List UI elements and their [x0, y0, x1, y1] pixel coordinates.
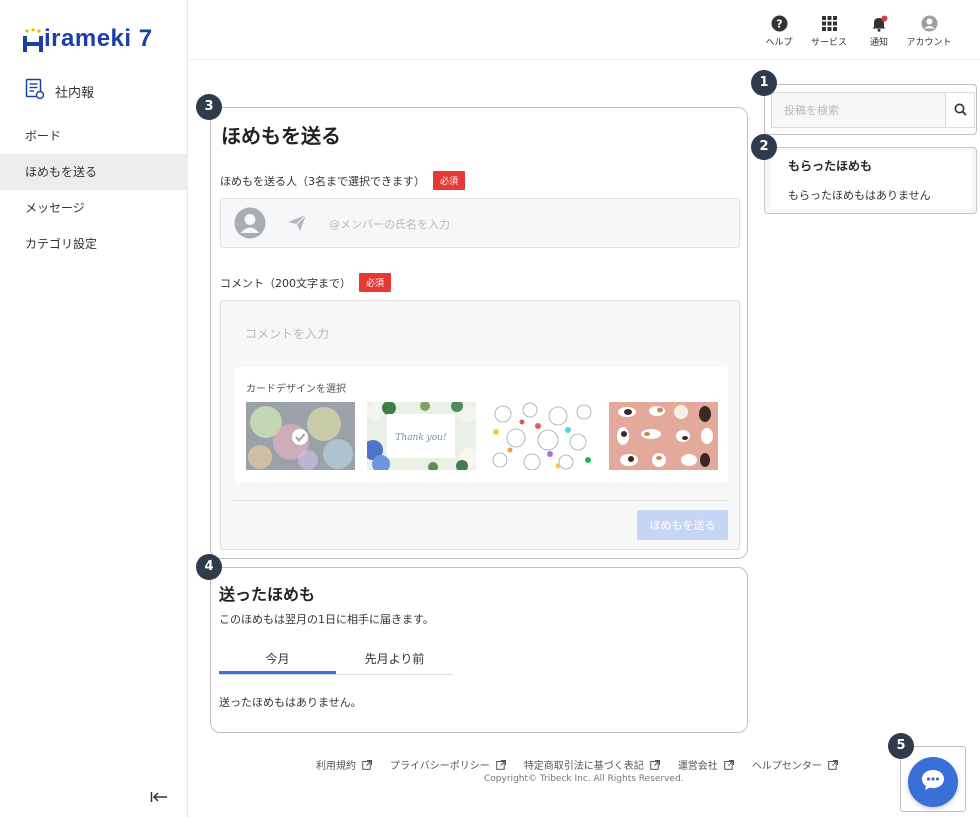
card-design-fireworks[interactable] [488, 402, 597, 470]
account-icon [920, 14, 938, 32]
sidebar-item-board[interactable]: ボード [0, 118, 188, 154]
help-label: ヘルプ [765, 38, 793, 48]
sent-title: 送ったほめも [219, 585, 316, 604]
app-root: irameki 7 社内報 ボード ほめもを送る メッセージ カテゴリ設定 ? … [0, 0, 980, 817]
footer-link-company[interactable]: 運営会社 [678, 757, 734, 772]
divider [233, 500, 728, 501]
app-logo[interactable]: irameki 7 [22, 24, 153, 54]
footer-link-terms[interactable]: 利用規約 [316, 757, 372, 772]
search-panel [764, 84, 977, 135]
chat-button[interactable] [908, 757, 958, 807]
card-design-cats[interactable] [609, 402, 718, 470]
comment-label: コメント（200文字まで） [220, 276, 351, 290]
send-homemo-panel: ほめもを送る ほめもを送る人（3名まで選択できます） 必須 @メンバーの氏名を入… [210, 107, 748, 559]
send-plane-icon [287, 214, 307, 236]
footer-link-label: 利用規約 [316, 761, 356, 772]
help-icon: ? [770, 14, 788, 32]
collapse-sidebar-icon[interactable] [150, 791, 168, 807]
sidebar-item-send-homemo[interactable]: ほめもを送る [0, 154, 188, 190]
sent-tabs: 今月 先月より前 [219, 645, 453, 675]
sent-note: このほめもは翌月の1日に相手に届きます。 [219, 613, 434, 626]
recipients-label-row: ほめもを送る人（3名まで選択できます） 必須 [220, 171, 466, 190]
external-link-icon [362, 759, 372, 770]
comment-box: コメントを入力 カードデザインを選択 Thank you! ほめもを送る [220, 300, 740, 550]
header-actions: ? ヘルプ サービス 通知 アカウント [764, 14, 952, 48]
services-label: サービス [810, 38, 847, 48]
sidebar: irameki 7 社内報 ボード ほめもを送る メッセージ カテゴリ設定 [0, 0, 188, 817]
received-empty-message: もらったほめもはありません [788, 189, 931, 202]
card-design-label: カードデザインを選択 [246, 384, 346, 395]
external-link-icon [724, 759, 734, 770]
sidebar-item-category-settings[interactable]: カテゴリ設定 [0, 226, 188, 262]
grid-icon [820, 14, 838, 32]
footer-links: 利用規約 プライバシーポリシー 特定商取引法に基づく表記 運営会社 ヘルプセンタ… [316, 757, 838, 772]
help-button[interactable]: ? ヘルプ [764, 14, 794, 48]
send-homemo-button[interactable]: ほめもを送る [637, 510, 728, 540]
account-button[interactable]: アカウント [906, 14, 952, 48]
recipients-label: ほめもを送る人（3名まで選択できます） [220, 174, 425, 188]
tab-this-month[interactable]: 今月 [219, 645, 336, 674]
page-title: ほめもを送る [221, 124, 341, 148]
footer-link-label: 運営会社 [677, 761, 718, 772]
copyright: Copyright© Tribeck Inc. All Rights Reser… [484, 774, 684, 784]
footer-link-label: 特定商取引法に基づく表記 [523, 761, 644, 772]
footer-link-privacy[interactable]: プライバシーポリシー [390, 757, 506, 772]
notifications-button[interactable]: 通知 [864, 14, 894, 48]
top-header: ? ヘルプ サービス 通知 アカウント [188, 0, 980, 60]
external-link-icon [496, 759, 506, 770]
card-design-bubbles[interactable] [246, 402, 355, 470]
received-homemo-panel: もらったほめも もらったほめもはありません [764, 147, 977, 214]
received-homemo-card: もらったほめも もらったほめもはありません [771, 150, 972, 209]
account-label: アカウント [906, 38, 952, 48]
footer-link-label: プライバシーポリシー [390, 761, 490, 772]
annotation-badge-2: 2 [751, 134, 777, 160]
sent-homemo-panel: 送ったほめも このほめもは翌月の1日に相手に届きます。 今月 先月より前 送った… [210, 567, 748, 733]
avatar-placeholder-icon [234, 207, 266, 243]
logo-mark-icon [22, 28, 44, 52]
required-badge: 必須 [359, 273, 392, 292]
footer-link-help-center[interactable]: ヘルプセンター [752, 757, 838, 772]
footer-link-commerce-law[interactable]: 特定商取引法に基づく表記 [524, 757, 660, 772]
comment-input[interactable]: コメントを入力 [245, 325, 329, 342]
search-input[interactable] [771, 92, 946, 128]
card-design-thank-you[interactable]: Thank you! [367, 402, 476, 470]
logo-text: irameki 7 [44, 25, 153, 52]
member-input[interactable]: @メンバーの氏名を入力 [220, 198, 740, 248]
thank-you-card-text: Thank you! [395, 433, 447, 443]
sidebar-nav: ボード ほめもを送る メッセージ カテゴリ設定 [0, 118, 188, 262]
comment-label-row: コメント（200文字まで） 必須 [220, 273, 392, 292]
sent-empty-message: 送ったほめもはありません。 [219, 696, 362, 709]
received-title: もらったほめも [788, 159, 873, 173]
bell-icon [870, 14, 888, 32]
svg-text:?: ? [776, 17, 782, 30]
chat-bubble-icon [920, 768, 946, 796]
search-button[interactable] [945, 92, 975, 128]
required-badge: 必須 [433, 171, 466, 190]
tab-before-last-month[interactable]: 先月より前 [336, 645, 453, 674]
annotation-badge-5: 5 [888, 733, 914, 759]
annotation-badge-4: 4 [196, 554, 222, 580]
notifications-label: 通知 [869, 38, 888, 48]
annotation-badge-1: 1 [751, 70, 777, 96]
chat-widget [900, 746, 966, 812]
sidebar-item-messages[interactable]: メッセージ [0, 190, 188, 226]
newsletter-icon [25, 78, 45, 104]
search-icon [954, 101, 967, 120]
external-link-icon [828, 759, 838, 770]
section-title[interactable]: 社内報 [25, 78, 94, 104]
external-link-icon [650, 759, 660, 770]
card-design-picker: カードデザインを選択 Thank you! [234, 367, 728, 483]
annotation-badge-3: 3 [196, 94, 222, 120]
member-placeholder: @メンバーの氏名を入力 [329, 218, 450, 231]
footer-link-label: ヘルプセンター [751, 761, 822, 772]
services-button[interactable]: サービス [806, 14, 852, 48]
section-title-label: 社内報 [55, 85, 95, 101]
